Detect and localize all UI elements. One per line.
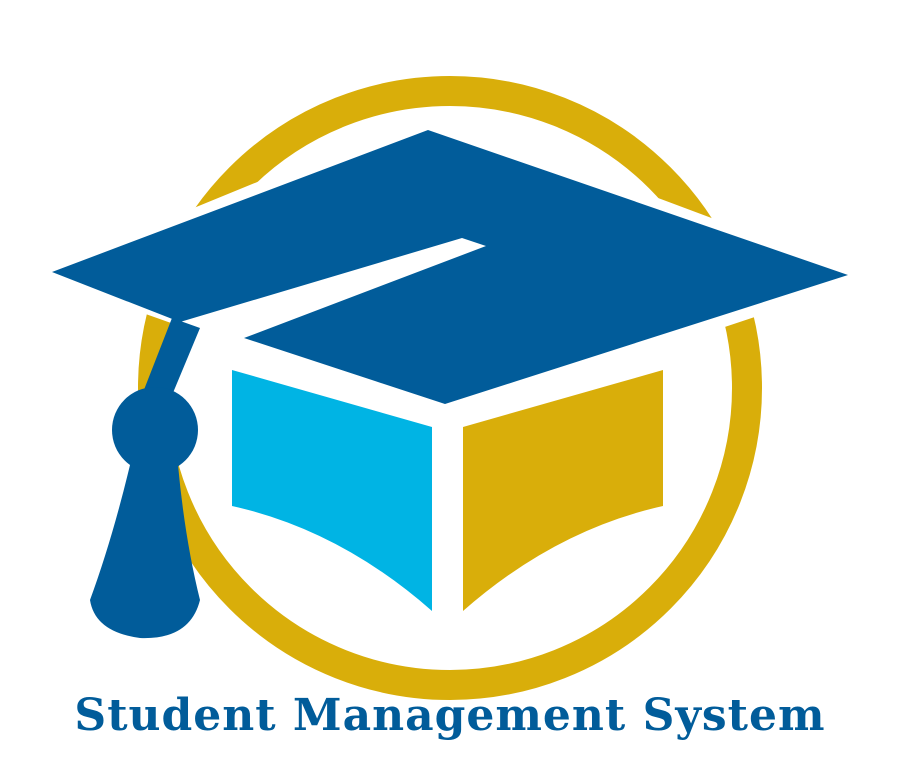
tassel-knot: [112, 387, 198, 473]
graduation-cap-book-icon: [28, 76, 872, 700]
logo-title: Student Management System: [74, 690, 826, 741]
logo: Student Management System: [0, 0, 900, 780]
